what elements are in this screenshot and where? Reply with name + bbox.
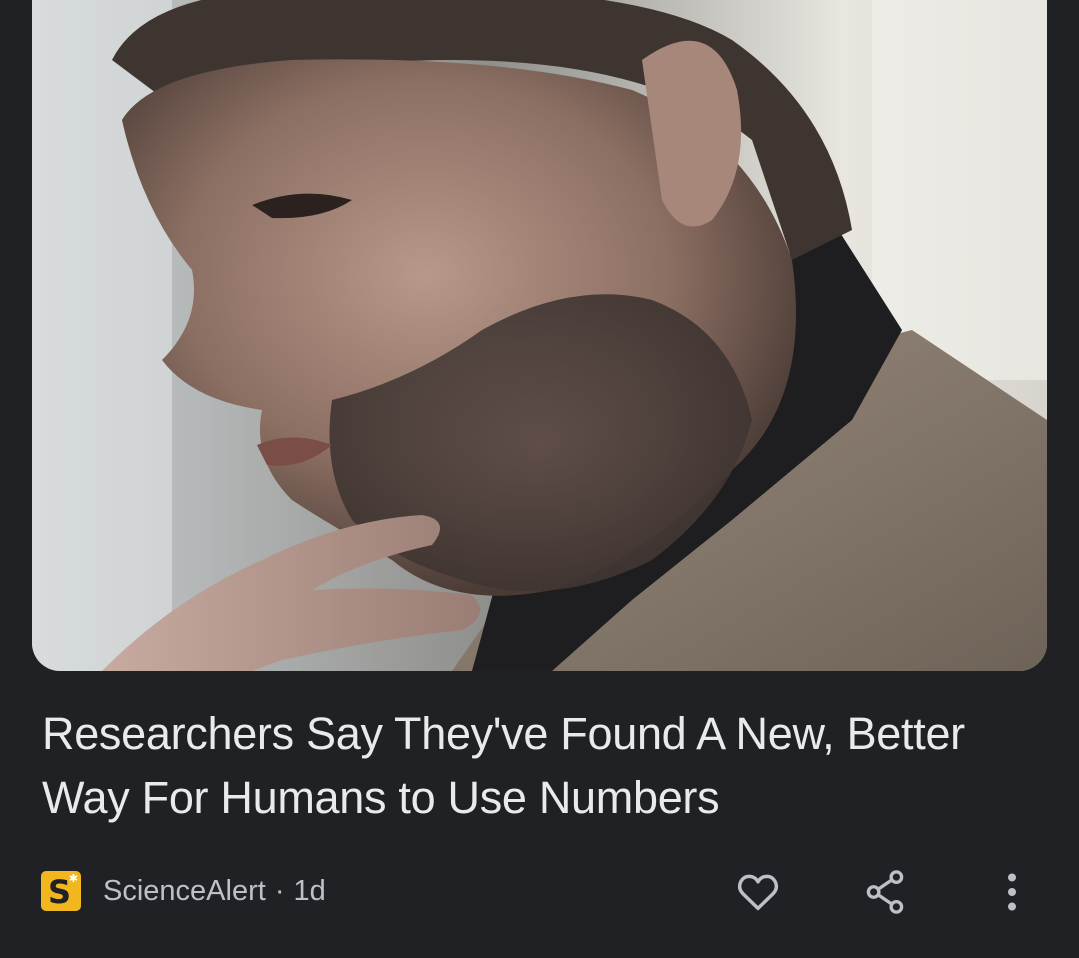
more-vertical-icon: [1008, 873, 1016, 911]
article-meta: S ✱ ScienceAlert · 1d: [41, 866, 326, 916]
spark-icon: ✱: [68, 873, 78, 885]
article-image[interactable]: [32, 0, 1047, 671]
like-button[interactable]: [730, 866, 786, 918]
source-logo-letter: S: [47, 872, 72, 911]
share-icon: [866, 870, 904, 914]
news-card: Researchers Say They've Found A New, Bet…: [0, 0, 1079, 958]
article-headline[interactable]: Researchers Say They've Found A New, Bet…: [42, 702, 1042, 830]
article-age: 1d: [293, 874, 326, 907]
more-options-button[interactable]: [984, 866, 1040, 918]
heart-outline-icon: [737, 874, 779, 911]
source-name[interactable]: ScienceAlert: [103, 875, 266, 908]
share-button[interactable]: [857, 866, 913, 918]
source-logo: S ✱: [41, 871, 81, 911]
meta-separator: ·: [274, 874, 285, 907]
